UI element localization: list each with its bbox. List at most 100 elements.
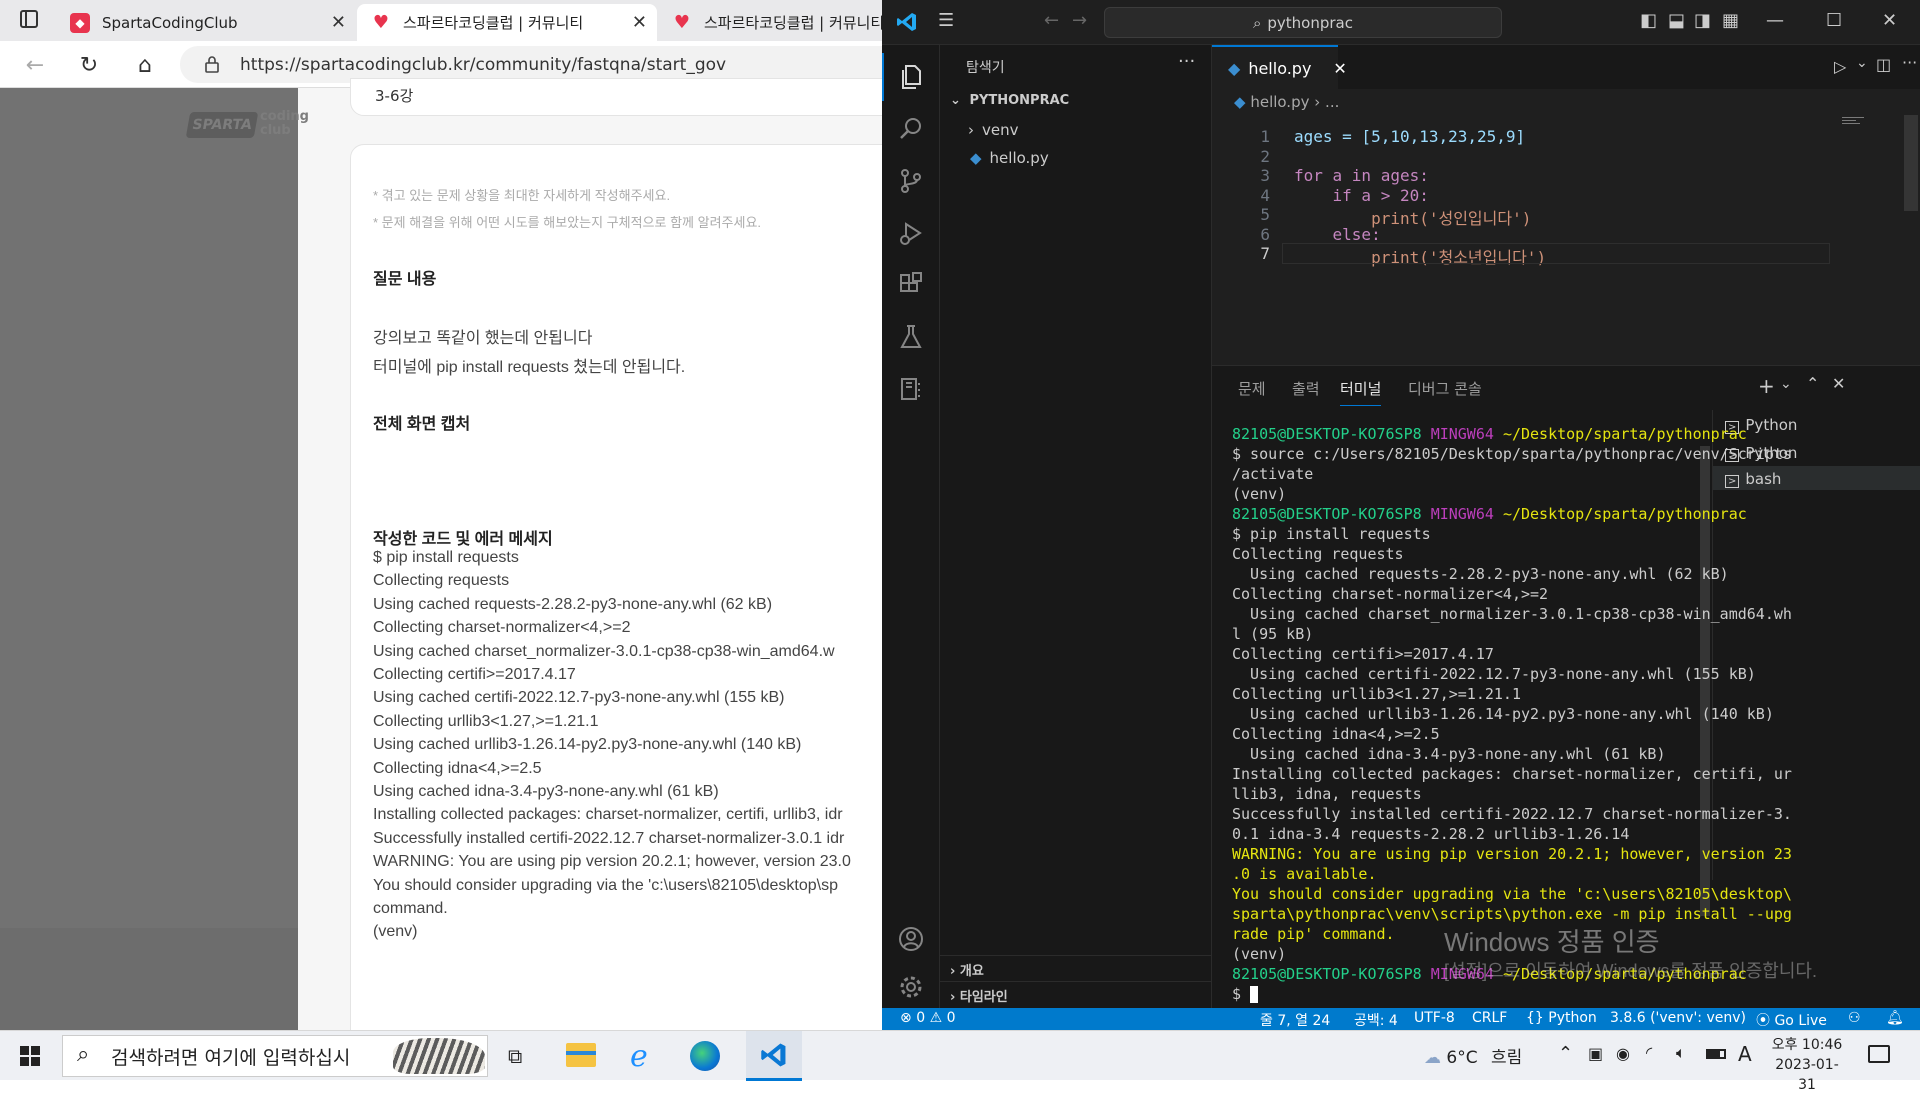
terminal-dropdown-icon[interactable]: ⌄ (1780, 376, 1792, 392)
minimize-icon[interactable]: — (1766, 10, 1784, 31)
back-icon[interactable]: ← (20, 50, 50, 80)
close-tab-icon[interactable]: ✕ (331, 12, 346, 33)
clock[interactable]: 오후 10:46 2023-01-31 (1770, 1035, 1844, 1095)
explorer-icon[interactable] (882, 53, 940, 101)
internet-explorer-icon[interactable]: e (630, 1039, 648, 1074)
toggle-secondary-sidebar-icon[interactable]: ◨ (1694, 10, 1711, 31)
home-icon[interactable]: ⌂ (130, 50, 160, 80)
new-terminal-icon[interactable]: + (1758, 374, 1775, 398)
nav-back-icon[interactable]: ← (1044, 10, 1059, 31)
vscode-taskbar-icon[interactable] (746, 1031, 802, 1081)
tree-item-hello[interactable]: ◆ hello.py (970, 149, 1049, 167)
maximize-panel-icon[interactable]: ⌃ (1806, 374, 1819, 393)
ime-indicator[interactable]: A (1738, 1042, 1752, 1066)
weather-widget[interactable]: ☁ 6°C 흐림 (1424, 1043, 1522, 1068)
notification-center-icon[interactable] (1868, 1045, 1890, 1063)
show-hidden-icons[interactable]: ⌃ (1558, 1043, 1573, 1064)
run-dropdown-icon[interactable]: ⌄ (1856, 55, 1868, 71)
activation-watermark-title: Windows 정품 인증 (1444, 927, 1660, 957)
tray-app-icon[interactable]: ▣ (1588, 1044, 1603, 1063)
edge-icon[interactable] (690, 1041, 720, 1071)
testing-icon[interactable] (882, 313, 940, 361)
encoding[interactable]: UTF-8 (1414, 1010, 1455, 1026)
remote-explorer-icon[interactable] (882, 365, 940, 413)
panel-tab-debug-console[interactable]: 디버그 콘솔 (1408, 378, 1482, 399)
browser-tabbar: ◆ SpartaCodingClub ✕ ♥ 스파르타코딩클럽 | 커뮤니티 ✕… (0, 0, 882, 41)
panel-tab-problems[interactable]: 문제 (1238, 378, 1266, 399)
tree-item-venv[interactable]: › venv (968, 121, 1019, 139)
timeline-section[interactable]: › 타임라인 (940, 981, 1212, 1007)
manage-gear-icon[interactable] (882, 963, 940, 1011)
code-area[interactable]: 1 ages = [5,10,13,23,25,9] 2 3 for a in ages… (1212, 115, 1920, 335)
toggle-panel-icon[interactable]: ⬓ (1668, 10, 1685, 31)
post-code-line: WARNING: You are using pip version 20.2.… (373, 853, 851, 871)
toggle-sidebar-icon[interactable]: ◧ (1640, 10, 1657, 31)
end-of-line[interactable]: CRLF (1472, 1010, 1507, 1026)
reload-icon[interactable]: ↻ (74, 50, 104, 80)
customize-layout-icon[interactable]: ▦ (1722, 10, 1739, 31)
start-windows-icon[interactable] (20, 1046, 40, 1066)
task-view-icon[interactable]: ⧉ (508, 1044, 522, 1068)
terminal-user-host: 82105@DESKTOP-KO76SP8 (1232, 425, 1431, 443)
file-explorer-icon[interactable] (566, 1043, 596, 1067)
close-panel-icon[interactable]: ✕ (1832, 374, 1845, 393)
nav-forward-icon[interactable]: → (1072, 10, 1087, 31)
sparta-logo[interactable]: SPARTA coding club (185, 108, 309, 142)
line-number: 7 (1260, 244, 1270, 263)
terminal-output[interactable]: 82105@DESKTOP-KO76SP8 MINGW64 ~/Desktop/… (1232, 424, 1792, 1004)
browser-tab[interactable]: ◆ SpartaCodingClub ✕ (56, 4, 356, 41)
close-tab-icon[interactable]: ✕ (1333, 59, 1346, 78)
editor-scrollbar[interactable] (1904, 115, 1918, 211)
folder-name: PYTHONPRAC (969, 93, 1070, 108)
folder-header[interactable]: ⌄ PYTHONPRAC (940, 93, 1212, 115)
windows-taskbar: ⌕ 검색하려면 여기에 입력하십시 ⧉ e ☁ 6°C 흐림 ⌃ ▣ ◉ ◜ 🔈… (0, 1030, 1920, 1093)
search-view-icon[interactable] (882, 105, 940, 153)
outline-section[interactable]: › 개요 (940, 955, 1212, 981)
go-live[interactable]: ⦿ Go Live (1756, 1010, 1827, 1030)
problems-status[interactable]: ⊗ 0 ⚠ 0 (900, 1010, 956, 1026)
close-window-icon[interactable]: ✕ (1882, 10, 1897, 31)
browser-tab-active[interactable]: ♥ 스파르타코딩클럽 | 커뮤니티 ✕ (357, 4, 657, 41)
run-python-icon[interactable]: ▷ (1834, 57, 1846, 76)
browser-tab[interactable]: ♥ 스파르타코딩클럽 | 커뮤니티 (658, 4, 882, 41)
run-debug-icon[interactable] (882, 209, 940, 257)
tray-app-icon[interactable]: ◉ (1616, 1044, 1630, 1063)
battery-icon[interactable] (1706, 1049, 1726, 1059)
tab-actions-icon[interactable] (20, 10, 38, 28)
minimap (1842, 115, 1870, 125)
cloud-icon: ☁ (1424, 1048, 1441, 1068)
split-editor-icon[interactable]: ◫ (1876, 55, 1891, 74)
breadcrumb-file[interactable]: hello.py (1250, 93, 1309, 111)
more-actions-icon[interactable]: ··· (1902, 53, 1917, 72)
volume-icon[interactable]: 🔈︎ (1676, 1043, 1686, 1063)
extensions-icon[interactable] (882, 261, 940, 309)
taskbar-search-box[interactable]: ⌕ 검색하려면 여기에 입력하십시 (62, 1035, 488, 1077)
lock-icon (204, 55, 220, 78)
line-number: 6 (1260, 224, 1270, 244)
network-icon[interactable]: ◜ (1646, 1043, 1652, 1062)
cursor-position[interactable]: 줄 7, 열 24 (1260, 1010, 1330, 1030)
menu-icon[interactable]: ☰ (938, 10, 954, 31)
close-tab-icon[interactable]: ✕ (632, 12, 647, 33)
language-mode[interactable]: {} Python (1526, 1010, 1597, 1026)
notifications-bell-icon[interactable]: 🔔︎ (1886, 1010, 1904, 1026)
feedback-icon[interactable]: ⚇ (1848, 1010, 1861, 1026)
terminal-line: $ pip install requests (1232, 525, 1431, 543)
accounts-icon[interactable] (882, 915, 940, 963)
terminal-line: WARNING: You are using pip version 20.2.… (1232, 845, 1792, 863)
more-actions-icon[interactable]: ··· (1178, 51, 1195, 72)
vscode-logo-icon (896, 11, 918, 37)
indentation[interactable]: 공백: 4 (1354, 1010, 1398, 1030)
error-icon: ⊗ (900, 1010, 912, 1026)
terminal-user-host: 82105@DESKTOP-KO76SP8 (1232, 505, 1431, 523)
python-interpreter[interactable]: 3.8.6 ('venv': venv) (1610, 1010, 1746, 1026)
breadcrumb: ◆ hello.py › ... (1234, 93, 1339, 111)
maximize-icon[interactable]: ☐ (1826, 10, 1842, 31)
panel-tab-terminal[interactable]: 터미널 (1340, 378, 1382, 406)
editor-tab-hello[interactable]: ◆ hello.py ✕ (1212, 45, 1347, 89)
command-center-search[interactable]: ⌕ pythonprac (1104, 7, 1502, 38)
post-code-line: Successfully installed certifi-2022.12.7… (373, 829, 845, 847)
breadcrumb-symbol[interactable]: ... (1325, 93, 1339, 111)
panel-tab-output[interactable]: 출력 (1292, 378, 1320, 399)
source-control-icon[interactable] (882, 157, 940, 205)
